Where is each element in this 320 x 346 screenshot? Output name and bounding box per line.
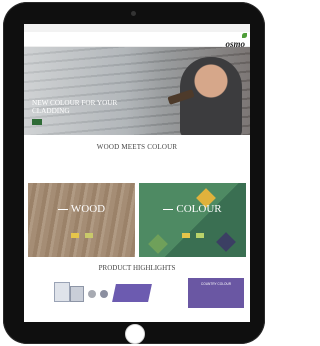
product-can[interactable] — [88, 290, 96, 298]
hero-cta-button[interactable] — [32, 119, 42, 125]
intro-section: WOOD MEETS COLOUR — [24, 135, 250, 183]
colour-panel-title: COLOUR — [139, 203, 246, 215]
main-nav: osmo — [24, 32, 250, 49]
colour-panel[interactable]: COLOUR — [139, 183, 246, 257]
camera-icon — [131, 11, 136, 16]
highlights-heading: PRODUCT HIGHLIGHTS — [98, 264, 176, 272]
product-can[interactable] — [70, 286, 84, 302]
title-dash — [57, 208, 68, 210]
wood-button-secondary[interactable] — [84, 233, 93, 238]
product-highlights: PRODUCT HIGHLIGHTS COUNTRY COLOUR — [24, 257, 250, 316]
product-can[interactable] — [100, 290, 108, 298]
wood-button-primary[interactable] — [70, 233, 79, 238]
colour-title-text: COLOUR — [176, 203, 222, 215]
category-panels: WOOD COLOUR — [24, 183, 250, 257]
colour-button-secondary[interactable] — [195, 233, 204, 238]
intro-heading: WOOD MEETS COLOUR — [96, 143, 178, 151]
wood-panel-title: WOOD — [28, 203, 135, 215]
colour-panel-buttons — [139, 233, 246, 238]
product-can[interactable] — [54, 282, 70, 302]
tablet-frame: osmo NEW COLOUR FOR YOUR CLADDING WOOD M… — [3, 2, 265, 344]
product-strip: COUNTRY COLOUR — [24, 276, 250, 316]
wood-panel-buttons — [28, 233, 135, 238]
wood-panel[interactable]: WOOD — [28, 183, 135, 257]
promo-box[interactable]: COUNTRY COLOUR — [188, 278, 244, 308]
utility-bar — [24, 24, 250, 32]
browser-screen: osmo NEW COLOUR FOR YOUR CLADDING WOOD M… — [24, 24, 250, 322]
title-dash — [163, 208, 174, 210]
wood-title-text: WOOD — [70, 203, 106, 215]
product-board[interactable] — [112, 284, 152, 302]
colour-button-primary[interactable] — [181, 233, 190, 238]
hero-banner: NEW COLOUR FOR YOUR CLADDING — [24, 47, 250, 135]
hero-title: NEW COLOUR FOR YOUR CLADDING — [32, 99, 118, 115]
leaf-icon — [242, 33, 247, 38]
home-button[interactable] — [125, 324, 145, 344]
